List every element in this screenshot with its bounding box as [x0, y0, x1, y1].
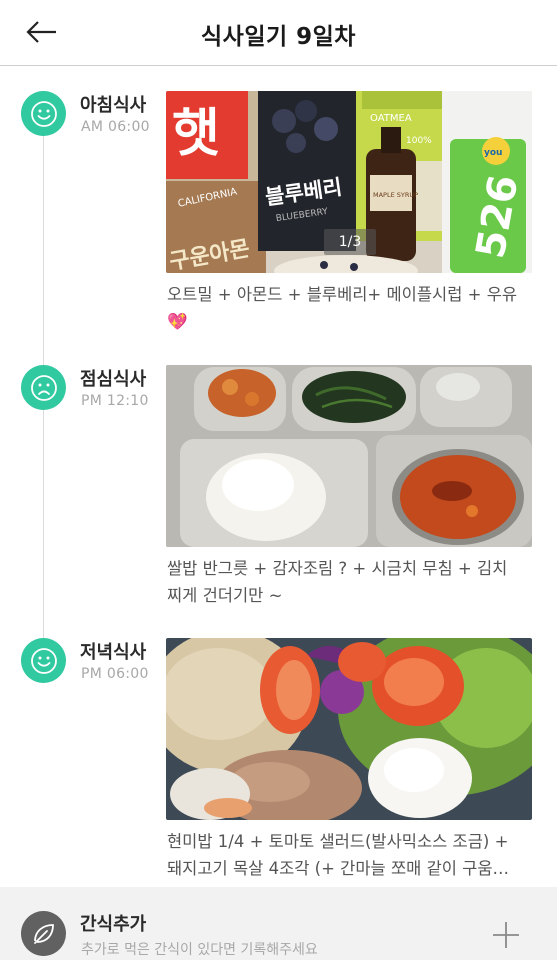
meal-caption: 현미밥 1/4 + 토마토 샐러드(발사믹소스 조금) + 돼지고기 목살 4조… [167, 828, 537, 882]
smile-icon [30, 100, 57, 127]
svg-text:햇: 햇 [172, 104, 220, 164]
mood-happy-badge [21, 638, 66, 683]
meal-caption: 쌀밥 반그릇 + 감자조림 ? + 시금치 무침 + 김치 찌게 건더기만 ~ [167, 555, 537, 609]
photo-counter: 1/3 [324, 229, 376, 255]
meal-time: PM 12:10 [81, 393, 149, 409]
meal-photo-lunch[interactable] [166, 365, 532, 547]
frown-icon [30, 374, 57, 401]
snack-title: 간식추가 [80, 914, 147, 935]
caption-line: 찌게 건더기만 ~ [167, 586, 283, 605]
meal-caption: 오트밀 + 아몬드 + 블루베리+ 메이플시럽 + 우유 💖 [167, 281, 537, 335]
meal-time: PM 06:00 [81, 666, 149, 682]
snack-subtitle: 추가로 먹은 간식이 있다면 기록해주세요 [81, 942, 318, 958]
caption-line: 현미밥 1/4 + 토마토 샐러드(발사믹소스 조금) + [167, 832, 509, 851]
caption-line: 쌀밥 반그릇 + 감자조림 ? + 시금치 무침 + 김치 [167, 559, 508, 578]
plus-icon [493, 922, 519, 948]
mood-sad-badge [21, 365, 66, 410]
snack-badge [21, 911, 66, 956]
svg-text:you: you [484, 148, 502, 158]
svg-text:OATMEA: OATMEA [370, 113, 412, 124]
leaf-icon [33, 923, 54, 944]
meal-photo-breakfast[interactable]: 햇 CALIFORNIA 구운아몬 블루베리 BLUEBERRY OATMEA … [166, 91, 532, 273]
svg-text:MAPLE SYRUP: MAPLE SYRUP [373, 191, 418, 199]
meal-time: AM 06:00 [81, 119, 150, 135]
dinner-photo-image [166, 638, 532, 820]
caption-line: 오트밀 + 아몬드 + 블루베리+ 메이플시럽 + 우유 [167, 285, 518, 304]
smile-icon [30, 647, 57, 674]
app-header: 식사일기 9일차 [0, 0, 557, 66]
meal-name: 아침식사 [80, 95, 147, 116]
page-title: 식사일기 9일차 [201, 24, 356, 50]
add-snack-button[interactable] [486, 915, 526, 955]
meal-name: 점심식사 [80, 369, 147, 390]
meal-photo-dinner[interactable] [166, 638, 532, 820]
mood-happy-badge [21, 91, 66, 136]
meal-name: 저녁식사 [80, 642, 147, 663]
add-snack-bar[interactable]: 간식추가 추가로 먹은 간식이 있다면 기록해주세요 [0, 887, 557, 960]
caption-line: 돼지고기 목살 4조각 (+ 간마늘 쪼매 같이 구움… [167, 859, 510, 878]
caption-emoji: 💖 [167, 312, 188, 331]
lunch-photo-image [166, 365, 532, 547]
svg-text:100%: 100% [406, 136, 432, 146]
